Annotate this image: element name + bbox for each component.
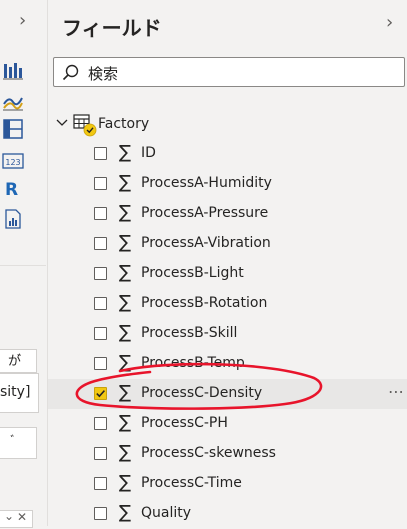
field-checkbox[interactable] bbox=[94, 237, 107, 250]
field-label: ProcessB-Light bbox=[141, 265, 244, 281]
divider bbox=[0, 265, 46, 266]
field-label: ProcessA-Vibration bbox=[141, 235, 271, 251]
field-item[interactable]: ∑ ID bbox=[48, 139, 407, 169]
field-item[interactable]: ∑ ProcessC-Time bbox=[48, 469, 407, 499]
paginated-report-icon[interactable] bbox=[2, 208, 24, 230]
field-checkbox[interactable] bbox=[94, 327, 107, 340]
field-checkbox[interactable] bbox=[94, 357, 107, 370]
field-checkbox[interactable] bbox=[94, 387, 107, 400]
ribbon-chart-icon[interactable] bbox=[2, 90, 24, 112]
field-checkbox[interactable] bbox=[94, 507, 107, 520]
field-item[interactable]: ∑ ProcessC-PH bbox=[48, 409, 407, 439]
svg-text:123: 123 bbox=[5, 158, 20, 167]
more-options-icon[interactable]: ⋯ bbox=[388, 382, 405, 401]
check-icon bbox=[96, 390, 105, 398]
collapse-chevron-icon[interactable]: › bbox=[19, 12, 26, 30]
collapse-pane-chevron-icon[interactable]: › bbox=[386, 14, 393, 32]
chevron-down-icon[interactable]: ⌄ bbox=[4, 509, 14, 523]
search-icon bbox=[62, 64, 79, 81]
field-label: ProcessA-Pressure bbox=[141, 205, 269, 221]
card-icon[interactable]: 123 bbox=[2, 150, 24, 172]
field-checkbox[interactable] bbox=[94, 147, 107, 160]
table-icon bbox=[73, 114, 97, 137]
sigma-icon: ∑ bbox=[119, 292, 132, 313]
field-item[interactable]: ∑ ProcessB-Temp bbox=[48, 349, 407, 379]
field-well-box[interactable]: が゙ bbox=[0, 349, 37, 373]
sigma-icon: ∑ bbox=[119, 262, 132, 283]
field-item[interactable]: ∑ ProcessB-Light bbox=[48, 259, 407, 289]
field-well-box[interactable]: ゙ bbox=[0, 427, 37, 459]
field-item[interactable]: ∑ ProcessA-Vibration bbox=[48, 229, 407, 259]
field-checkbox[interactable] bbox=[94, 477, 107, 490]
field-label: ID bbox=[141, 145, 156, 161]
table-name: Factory bbox=[98, 116, 150, 132]
field-label: ProcessA-Humidity bbox=[141, 175, 272, 191]
pane-title: フィールド bbox=[62, 16, 162, 40]
field-checkbox[interactable] bbox=[94, 417, 107, 430]
field-item[interactable]: ∑ Quality bbox=[48, 499, 407, 529]
field-item[interactable]: ∑ ProcessA-Pressure bbox=[48, 199, 407, 229]
sigma-icon: ∑ bbox=[119, 142, 132, 163]
sigma-icon: ∑ bbox=[119, 352, 132, 373]
sigma-icon: ∑ bbox=[119, 472, 132, 493]
sigma-icon: ∑ bbox=[119, 232, 132, 253]
field-label: ProcessC-skewness bbox=[141, 445, 276, 461]
close-icon[interactable]: ✕ bbox=[17, 510, 27, 524]
field-label: ProcessC-Time bbox=[141, 475, 242, 491]
field-checkbox[interactable] bbox=[94, 177, 107, 190]
field-item[interactable]: ∑ ProcessC-Density ⋯ bbox=[48, 379, 407, 409]
field-well-box[interactable]: ⌄ ✕ bbox=[0, 509, 33, 528]
field-well-fragment: が゙ bbox=[8, 354, 22, 369]
field-well-box[interactable]: sity] bbox=[0, 373, 39, 413]
sigma-icon: ∑ bbox=[119, 172, 132, 193]
sigma-icon: ∑ bbox=[119, 382, 132, 403]
sigma-icon: ∑ bbox=[119, 502, 132, 523]
visualizations-pane: › 123 R が゙ sity] ゙ ⌄ ✕ bbox=[0, 0, 47, 528]
field-well-value: sity] bbox=[0, 384, 31, 400]
field-item[interactable]: ∑ ProcessA-Humidity bbox=[48, 169, 407, 199]
sigma-icon: ∑ bbox=[119, 202, 132, 223]
search-placeholder: 検索 bbox=[88, 65, 119, 83]
field-checkbox[interactable] bbox=[94, 297, 107, 310]
chevron-down-icon[interactable] bbox=[56, 118, 68, 128]
matrix-icon[interactable] bbox=[2, 118, 24, 140]
field-label: ProcessB-Skill bbox=[141, 325, 238, 341]
field-item[interactable]: ∑ ProcessB-Skill bbox=[48, 319, 407, 349]
sigma-icon: ∑ bbox=[119, 442, 132, 463]
field-label: ProcessC-Density bbox=[141, 385, 263, 401]
field-label: Quality bbox=[141, 505, 192, 521]
field-checkbox[interactable] bbox=[94, 207, 107, 220]
field-checkbox[interactable] bbox=[94, 447, 107, 460]
r-visual-icon[interactable]: R bbox=[5, 180, 18, 200]
search-input[interactable]: 検索 bbox=[53, 57, 405, 87]
field-checkbox[interactable] bbox=[94, 267, 107, 280]
field-label: ProcessC-PH bbox=[141, 415, 228, 431]
field-label: ProcessB-Rotation bbox=[141, 295, 268, 311]
field-item[interactable]: ∑ ProcessC-skewness bbox=[48, 439, 407, 469]
field-label: ProcessB-Temp bbox=[141, 355, 245, 371]
stacked-column-chart-icon[interactable] bbox=[2, 60, 24, 82]
sigma-icon: ∑ bbox=[119, 412, 132, 433]
sigma-icon: ∑ bbox=[119, 322, 132, 343]
field-item[interactable]: ∑ ProcessB-Rotation bbox=[48, 289, 407, 319]
table-item-factory[interactable]: Factory bbox=[52, 112, 352, 137]
